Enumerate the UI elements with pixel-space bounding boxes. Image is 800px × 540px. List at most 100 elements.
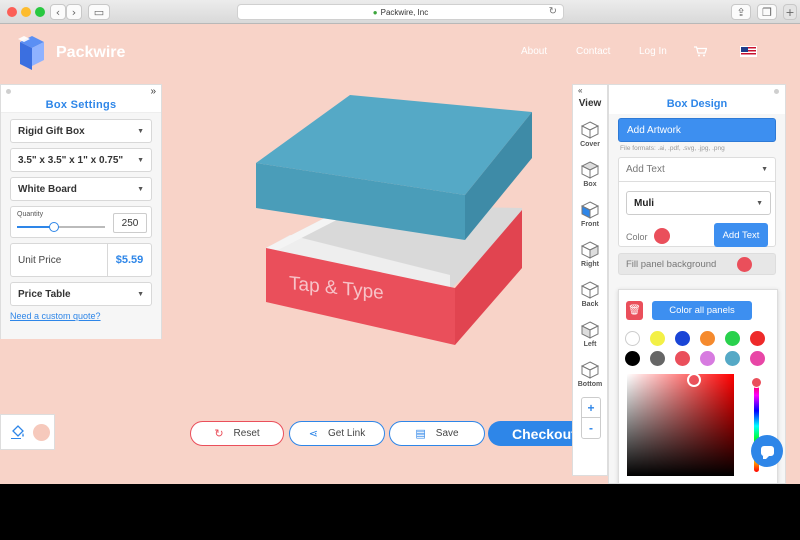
background-paint-control[interactable] bbox=[0, 414, 55, 450]
tabs-icon[interactable]: ❐ bbox=[757, 4, 777, 20]
get-link-button[interactable]: ⋖ Get Link bbox=[289, 421, 385, 446]
color-swatch[interactable] bbox=[725, 331, 740, 346]
color-all-panels-button[interactable]: Color all panels bbox=[652, 301, 752, 320]
color-swatch[interactable] bbox=[750, 331, 765, 346]
add-text-select-label: Add Text bbox=[626, 164, 665, 175]
nav-login[interactable]: Log In bbox=[639, 46, 667, 57]
us-flag-icon[interactable] bbox=[740, 46, 757, 57]
cart-icon[interactable] bbox=[694, 46, 707, 57]
nav-about[interactable]: About bbox=[521, 46, 547, 57]
chat-button[interactable] bbox=[751, 435, 783, 467]
view-cover-label: Cover bbox=[580, 140, 600, 148]
box-3d-canvas[interactable] bbox=[250, 90, 540, 350]
reset-label: Reset bbox=[233, 428, 260, 439]
color-swatch[interactable] bbox=[750, 351, 765, 366]
saturation-value-area[interactable] bbox=[627, 373, 734, 476]
cube-logo-icon bbox=[18, 36, 44, 70]
save-button[interactable]: ▤ Save bbox=[389, 421, 485, 446]
collapse-panel-icon[interactable]: » bbox=[150, 86, 156, 97]
saturation-knob[interactable] bbox=[687, 373, 701, 387]
box-design-panel: Box Design Add Artwork File formats: .ai… bbox=[608, 84, 786, 484]
brand-name: Packwire bbox=[56, 44, 126, 61]
color-swatch[interactable] bbox=[700, 351, 715, 366]
dimensions-select[interactable]: 3.5" x 3.5" x 1" x 0.75" ▼ bbox=[10, 148, 152, 172]
drag-handle-icon[interactable] bbox=[774, 89, 779, 94]
view-cover[interactable]: Cover bbox=[573, 114, 607, 154]
view-right[interactable]: Right bbox=[573, 234, 607, 274]
share-icon[interactable]: ⇪ bbox=[731, 4, 751, 20]
custom-quote-link[interactable]: Need a custom quote? bbox=[10, 311, 152, 321]
fill-color-swatch[interactable] bbox=[737, 257, 752, 272]
material-value: White Board bbox=[18, 183, 77, 195]
text-tool: Add Text ▼ Muli ▼ Color Add Text bbox=[618, 157, 776, 247]
color-swatch[interactable] bbox=[675, 331, 690, 346]
add-text-button[interactable]: Add Text bbox=[714, 223, 768, 247]
add-artwork-button[interactable]: Add Artwork bbox=[618, 118, 776, 142]
nav-contact[interactable]: Contact bbox=[576, 46, 610, 57]
color-swatch[interactable] bbox=[700, 331, 715, 346]
color-swatch[interactable] bbox=[650, 331, 665, 346]
hue-knob[interactable] bbox=[751, 377, 762, 388]
file-formats-note: File formats: .ai, .pdf, .svg, .jpg, .pn… bbox=[620, 145, 725, 152]
browser-toolbar: ‹ › ▭ ● Packwire, Inc ↻ ⇪ ❐ + bbox=[0, 0, 800, 24]
reload-icon[interactable]: ↻ bbox=[549, 6, 557, 17]
box-settings-title: Box Settings bbox=[1, 97, 161, 113]
save-label: Save bbox=[435, 428, 459, 439]
material-select[interactable]: White Board ▼ bbox=[10, 177, 152, 201]
cube-icon bbox=[581, 280, 599, 299]
view-front[interactable]: Front bbox=[573, 194, 607, 234]
quantity-label: Quantity bbox=[17, 211, 44, 218]
trash-icon[interactable]: 🗑 bbox=[626, 301, 643, 320]
chat-bubble-icon bbox=[760, 446, 774, 459]
chevron-down-icon: ▼ bbox=[137, 290, 144, 298]
new-tab-icon[interactable]: + bbox=[783, 4, 797, 20]
font-value: Muli bbox=[634, 197, 654, 209]
fill-panel-background[interactable]: Fill panel background bbox=[618, 253, 776, 275]
share-link-icon: ⋖ bbox=[308, 427, 318, 440]
color-swatch[interactable] bbox=[650, 351, 665, 366]
color-swatch[interactable] bbox=[625, 351, 640, 366]
zoom-in-button[interactable]: + bbox=[582, 398, 600, 418]
view-back[interactable]: Back bbox=[573, 274, 607, 314]
background-color-swatch[interactable] bbox=[33, 424, 50, 441]
color-swatch[interactable] bbox=[675, 351, 690, 366]
view-box[interactable]: Box bbox=[573, 154, 607, 194]
expand-panel-icon[interactable]: « bbox=[573, 85, 607, 97]
close-window-button[interactable] bbox=[7, 7, 17, 17]
add-text-select[interactable]: Add Text ▼ bbox=[619, 158, 775, 182]
view-box-label: Box bbox=[583, 180, 597, 188]
box-design-title: Box Design bbox=[666, 98, 728, 110]
view-left[interactable]: Left bbox=[573, 314, 607, 354]
quantity-slider-knob[interactable] bbox=[48, 222, 59, 232]
drag-handle-icon[interactable] bbox=[6, 88, 11, 94]
cube-icon bbox=[581, 320, 599, 339]
brand[interactable]: Packwire bbox=[18, 34, 125, 72]
box-type-select[interactable]: Rigid Gift Box ▼ bbox=[10, 119, 152, 143]
quantity-slider[interactable] bbox=[17, 222, 105, 232]
quantity-input[interactable]: 250 bbox=[113, 213, 147, 233]
zoom-out-button[interactable]: - bbox=[582, 418, 600, 438]
address-bar[interactable]: ● Packwire, Inc ↻ bbox=[237, 4, 564, 20]
get-link-label: Get Link bbox=[327, 428, 366, 439]
color-swatch[interactable] bbox=[625, 331, 640, 346]
forward-button[interactable]: › bbox=[66, 4, 82, 20]
zoom-window-button[interactable] bbox=[35, 7, 45, 17]
lock-icon: ● bbox=[372, 7, 378, 17]
font-select[interactable]: Muli ▼ bbox=[626, 191, 771, 215]
back-button[interactable]: ‹ bbox=[50, 4, 66, 20]
minimize-window-button[interactable] bbox=[21, 7, 31, 17]
text-color-label: Color bbox=[626, 232, 648, 242]
text-color-swatch[interactable] bbox=[654, 228, 670, 244]
unit-price-label: Unit Price bbox=[18, 254, 62, 266]
color-swatch[interactable] bbox=[725, 351, 740, 366]
sidebar-toggle-icon[interactable]: ▭ bbox=[88, 4, 110, 20]
reset-button[interactable]: ↻ Reset bbox=[190, 421, 284, 446]
price-table-select[interactable]: Price Table ▼ bbox=[10, 282, 152, 306]
view-title: View bbox=[578, 98, 602, 109]
cube-icon bbox=[581, 200, 599, 219]
cube-icon bbox=[581, 360, 599, 379]
view-bottom-label: Bottom bbox=[577, 380, 603, 388]
view-bottom[interactable]: Bottom bbox=[573, 354, 607, 394]
box-type-value: Rigid Gift Box bbox=[18, 125, 85, 137]
browser-window: ‹ › ▭ ● Packwire, Inc ↻ ⇪ ❐ + Packwire A… bbox=[0, 0, 800, 484]
